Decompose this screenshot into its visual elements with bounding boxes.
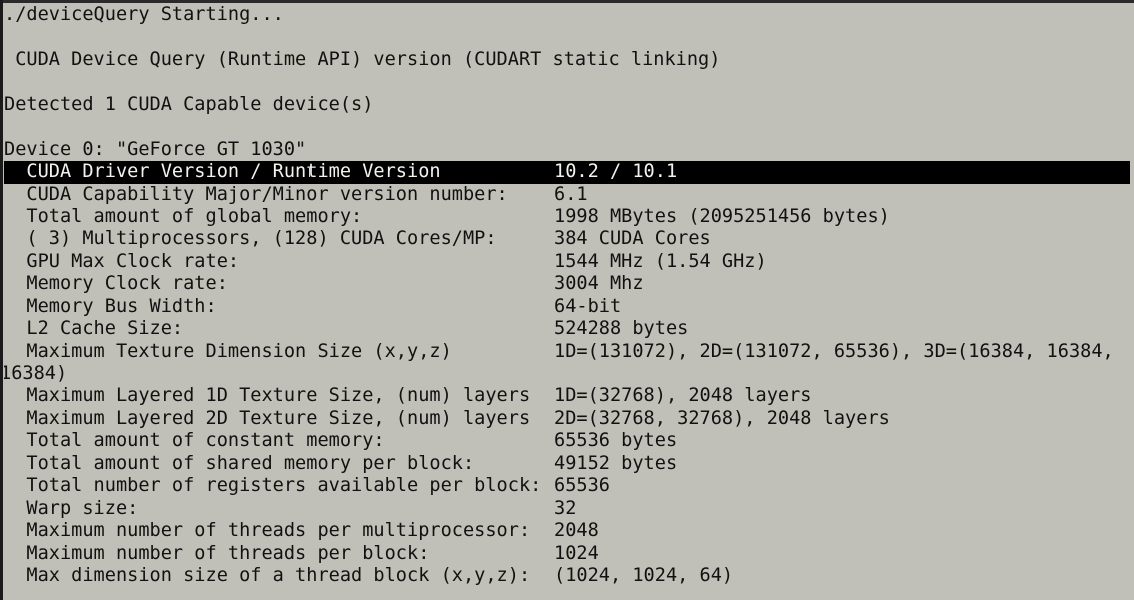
property-row: Total amount of constant memory: 65536 by… bbox=[4, 430, 1130, 452]
property-key: Maximum number of threads per multiproce… bbox=[4, 520, 531, 542]
output-line-blank bbox=[4, 26, 1130, 48]
property-value: 6.1 bbox=[554, 183, 588, 205]
property-row: Memory Bus Width: 64-bit bbox=[4, 296, 1130, 318]
window-left-border bbox=[0, 0, 3, 600]
property-row: Maximum number of threads per multiproce… bbox=[4, 520, 1130, 542]
property-value: 1998 MBytes (2095251456 bytes) bbox=[554, 205, 890, 227]
property-row: Maximum Texture Dimension Size (x,y,z) 1D… bbox=[4, 341, 1130, 363]
property-value: 2D=(32768, 32768), 2048 layers bbox=[554, 407, 890, 429]
property-value-wrapped: 16384) bbox=[4, 363, 68, 384]
property-row: Total amount of global memory: 1998 MByte… bbox=[4, 206, 1130, 228]
output-line-detected: Detected 1 CUDA Capable device(s) bbox=[4, 93, 374, 115]
property-value: 1D=(32768), 2048 layers bbox=[554, 385, 812, 407]
property-row: L2 Cache Size: 524288 bytes bbox=[4, 318, 1130, 340]
property-key: CUDA Driver Version / Runtime Version bbox=[4, 161, 441, 183]
property-key: Total number of registers available per … bbox=[4, 475, 542, 497]
property-value: 32 bbox=[554, 497, 577, 519]
property-row: Memory Clock rate: 3004 Mhz bbox=[4, 273, 1130, 295]
window-top-border bbox=[0, 0, 1134, 3]
property-row: Maximum Layered 2D Texture Size, (num) l… bbox=[4, 408, 1130, 430]
property-value: 49152 bytes bbox=[554, 452, 678, 474]
property-key: L2 Cache Size: bbox=[4, 318, 184, 340]
property-key: Maximum Layered 1D Texture Size, (num) l… bbox=[4, 385, 531, 407]
property-row-driver-version-selected[interactable]: CUDA Driver Version / Runtime Version 10.… bbox=[4, 161, 1130, 184]
property-value: 10.2 / 10.1 bbox=[554, 161, 678, 183]
property-value: 65536 bytes bbox=[554, 430, 678, 452]
property-row: CUDA Capability Major/Minor version numb… bbox=[4, 184, 1130, 206]
property-value: 64-bit bbox=[554, 295, 622, 317]
property-value: 384 CUDA Cores bbox=[554, 228, 711, 250]
property-value: 1544 MHz (1.54 GHz) bbox=[554, 250, 767, 272]
property-key: Warp size: bbox=[4, 497, 139, 519]
property-row: Maximum Layered 1D Texture Size, (num) l… bbox=[4, 385, 1130, 407]
property-row-wrapped: 16384) bbox=[4, 363, 1130, 385]
output-line-blank bbox=[4, 116, 1130, 138]
property-key: Max dimension size of a thread block (x,… bbox=[4, 564, 531, 586]
property-row: Warp size: 32 bbox=[4, 498, 1130, 520]
property-key: Total amount of shared memory per block: bbox=[4, 452, 475, 474]
property-value: 3004 Mhz bbox=[554, 273, 644, 295]
property-row: GPU Max Clock rate: 1544 MHz (1.54 GHz) bbox=[4, 251, 1130, 273]
terminal-window[interactable]: ./deviceQuery Starting... CUDA Device Qu… bbox=[0, 0, 1134, 600]
property-row: Total number of registers available per … bbox=[4, 475, 1130, 497]
property-row: ( 3) Multiprocessors, (128) CUDA Cores/M… bbox=[4, 228, 1130, 250]
property-key: Maximum number of threads per block: bbox=[4, 542, 430, 564]
property-value: 524288 bytes bbox=[554, 318, 689, 340]
mouse-cursor-icon bbox=[309, 168, 310, 177]
property-value: 65536 bbox=[554, 475, 610, 497]
property-value: 1024 bbox=[554, 542, 599, 564]
property-key: Maximum Texture Dimension Size (x,y,z) bbox=[4, 340, 452, 362]
property-key: Memory Clock rate: bbox=[4, 273, 228, 295]
terminal-output[interactable]: ./deviceQuery Starting... CUDA Device Qu… bbox=[4, 4, 1130, 587]
property-key: Memory Bus Width: bbox=[4, 295, 217, 317]
property-value: 1D=(131072), 2D=(131072, 65536), 3D=(163… bbox=[554, 340, 1114, 362]
property-row: Total amount of shared memory per block:… bbox=[4, 453, 1130, 475]
property-key: Maximum Layered 2D Texture Size, (num) l… bbox=[4, 407, 531, 429]
property-key: GPU Max Clock rate: bbox=[4, 250, 240, 272]
property-value: (1024, 1024, 64) bbox=[554, 564, 734, 586]
property-value: 2048 bbox=[554, 520, 599, 542]
property-key: CUDA Capability Major/Minor version numb… bbox=[4, 183, 508, 205]
property-key: ( 3) Multiprocessors, (128) CUDA Cores/M… bbox=[4, 228, 497, 250]
output-line-device-name: Device 0: "GeForce GT 1030" bbox=[4, 138, 307, 160]
output-line-blank bbox=[4, 71, 1130, 93]
output-line-command: ./deviceQuery Starting... bbox=[4, 4, 284, 25]
property-row: Max dimension size of a thread block (x,… bbox=[4, 565, 1130, 587]
property-key: Total amount of constant memory: bbox=[4, 430, 385, 452]
property-row: Maximum number of threads per block: 1024 bbox=[4, 543, 1130, 565]
output-line-query-version: CUDA Device Query (Runtime API) version … bbox=[4, 48, 721, 70]
property-key: Total amount of global memory: bbox=[4, 205, 363, 227]
